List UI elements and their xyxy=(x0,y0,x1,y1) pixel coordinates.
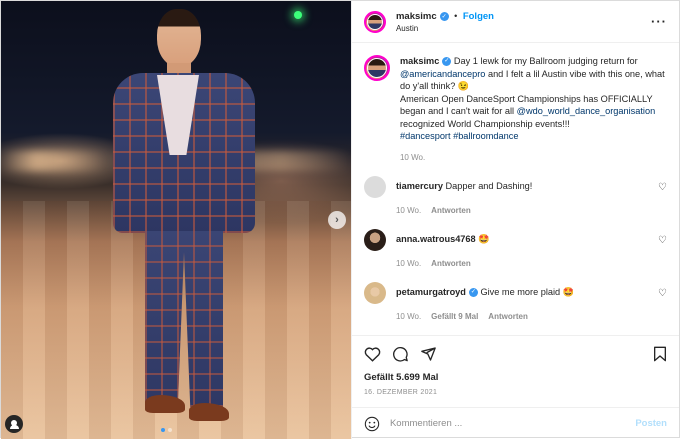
mention-americandancepro[interactable]: @americandancepro xyxy=(400,69,485,79)
commenter-avatar[interactable] xyxy=(363,228,386,251)
more-icon[interactable]: ··· xyxy=(651,14,667,29)
comment-text: Dapper and Dashing! xyxy=(445,180,533,191)
caption-part1: Day 1 lewk for my Ballroom judging retur… xyxy=(453,56,638,66)
carousel-next-button[interactable]: › xyxy=(328,211,346,229)
comment-username[interactable]: anna.watrous4768 xyxy=(396,234,476,244)
comment-item: tiamercury Dapper and Dashing! 10 Wo. Ant… xyxy=(363,175,667,215)
left-shoe xyxy=(145,395,185,413)
author-username[interactable]: maksimc xyxy=(396,11,437,22)
verified-badge-icon: ✓ xyxy=(439,11,449,21)
post-date[interactable]: 16. DEZEMBER 2021 xyxy=(364,389,667,396)
instagram-post: › maksimc ✓ • Folgen Austin ··· maksimc … xyxy=(0,0,680,439)
comment-item: anna.watrous4768 🤩 10 Wo. Antworten ♡ xyxy=(363,228,667,268)
comment-text: Give me more plaid 🤩 xyxy=(480,286,575,297)
caption-time[interactable]: 10 Wo. xyxy=(400,153,667,162)
like-comment-heart-icon[interactable]: ♡ xyxy=(658,182,667,193)
man-in-plaid-suit xyxy=(109,9,259,439)
reply-button[interactable]: Antworten xyxy=(488,312,528,321)
likes-count[interactable]: Gefällt 5.699 Mal xyxy=(364,372,667,383)
commenter-avatar[interactable] xyxy=(363,281,386,304)
post-comment-button[interactable]: Posten xyxy=(635,418,667,429)
head xyxy=(157,9,201,67)
comment-input[interactable] xyxy=(389,418,626,429)
add-comment-bar: Posten xyxy=(351,407,679,439)
tagged-users-button[interactable] xyxy=(5,415,23,433)
like-comment-heart-icon[interactable]: ♡ xyxy=(658,235,667,246)
follow-button[interactable]: Folgen xyxy=(463,11,494,22)
caption-username[interactable]: maksimc xyxy=(400,56,439,66)
caption-text: maksimc ✓ Day 1 lewk for my Ballroom judg… xyxy=(400,55,667,143)
post-actions: Gefällt 5.699 Mal 16. DEZEMBER 2021 xyxy=(351,335,679,407)
caption: maksimc ✓ Day 1 lewk for my Ballroom judg… xyxy=(363,55,667,162)
share-icon[interactable] xyxy=(420,346,437,362)
carousel-dot-1 xyxy=(161,428,165,432)
comment-text: 🤩 xyxy=(478,233,490,244)
plaid-pants xyxy=(145,231,223,407)
commenter-avatar[interactable] xyxy=(363,175,386,198)
carousel-dots xyxy=(161,428,172,432)
heart-icon[interactable] xyxy=(364,346,381,362)
green-light xyxy=(294,11,302,19)
post-location[interactable]: Austin xyxy=(396,24,494,33)
verified-badge-icon: ✓ xyxy=(468,287,478,297)
mention-wdo[interactable]: @wdo_world_dance_organisation xyxy=(517,106,656,116)
comment-icon[interactable] xyxy=(392,346,409,362)
reply-button[interactable]: Antworten xyxy=(431,206,471,215)
verified-badge-icon: ✓ xyxy=(442,57,452,67)
chevron-right-icon: › xyxy=(335,214,339,226)
carousel-dot-2 xyxy=(168,428,172,432)
bookmark-icon[interactable] xyxy=(653,346,667,362)
emoji-icon[interactable] xyxy=(364,416,380,432)
comment-time[interactable]: 10 Wo. xyxy=(396,206,421,215)
comment-item: petamurgatroyd ✓ Give me more plaid 🤩 10 … xyxy=(363,281,667,321)
author-avatar[interactable] xyxy=(363,10,386,33)
comment-time[interactable]: 10 Wo. xyxy=(396,259,421,268)
right-shoe xyxy=(189,403,229,421)
reply-button[interactable]: Antworten xyxy=(431,259,471,268)
comment-username[interactable]: tiamercury xyxy=(396,181,443,191)
post-photo[interactable]: › xyxy=(1,1,351,439)
comment-time[interactable]: 10 Wo. xyxy=(396,312,421,321)
caption-avatar[interactable] xyxy=(363,55,390,81)
caption-part4: recognized World Championship events!!! xyxy=(399,118,570,129)
hashtags[interactable]: #dancesport #ballroomdance xyxy=(400,131,519,141)
comment-username[interactable]: petamurgatroyd xyxy=(396,287,466,297)
post-side-panel: maksimc ✓ • Folgen Austin ··· maksimc ✓ Da… xyxy=(350,1,679,439)
comments-area[interactable]: maksimc ✓ Day 1 lewk for my Ballroom judg… xyxy=(352,43,679,335)
separator-dot: • xyxy=(454,10,458,21)
post-header: maksimc ✓ • Folgen Austin ··· xyxy=(351,1,679,43)
like-comment-heart-icon[interactable]: ♡ xyxy=(658,288,667,299)
comment-likes[interactable]: Gefällt 9 Mal xyxy=(431,312,478,321)
